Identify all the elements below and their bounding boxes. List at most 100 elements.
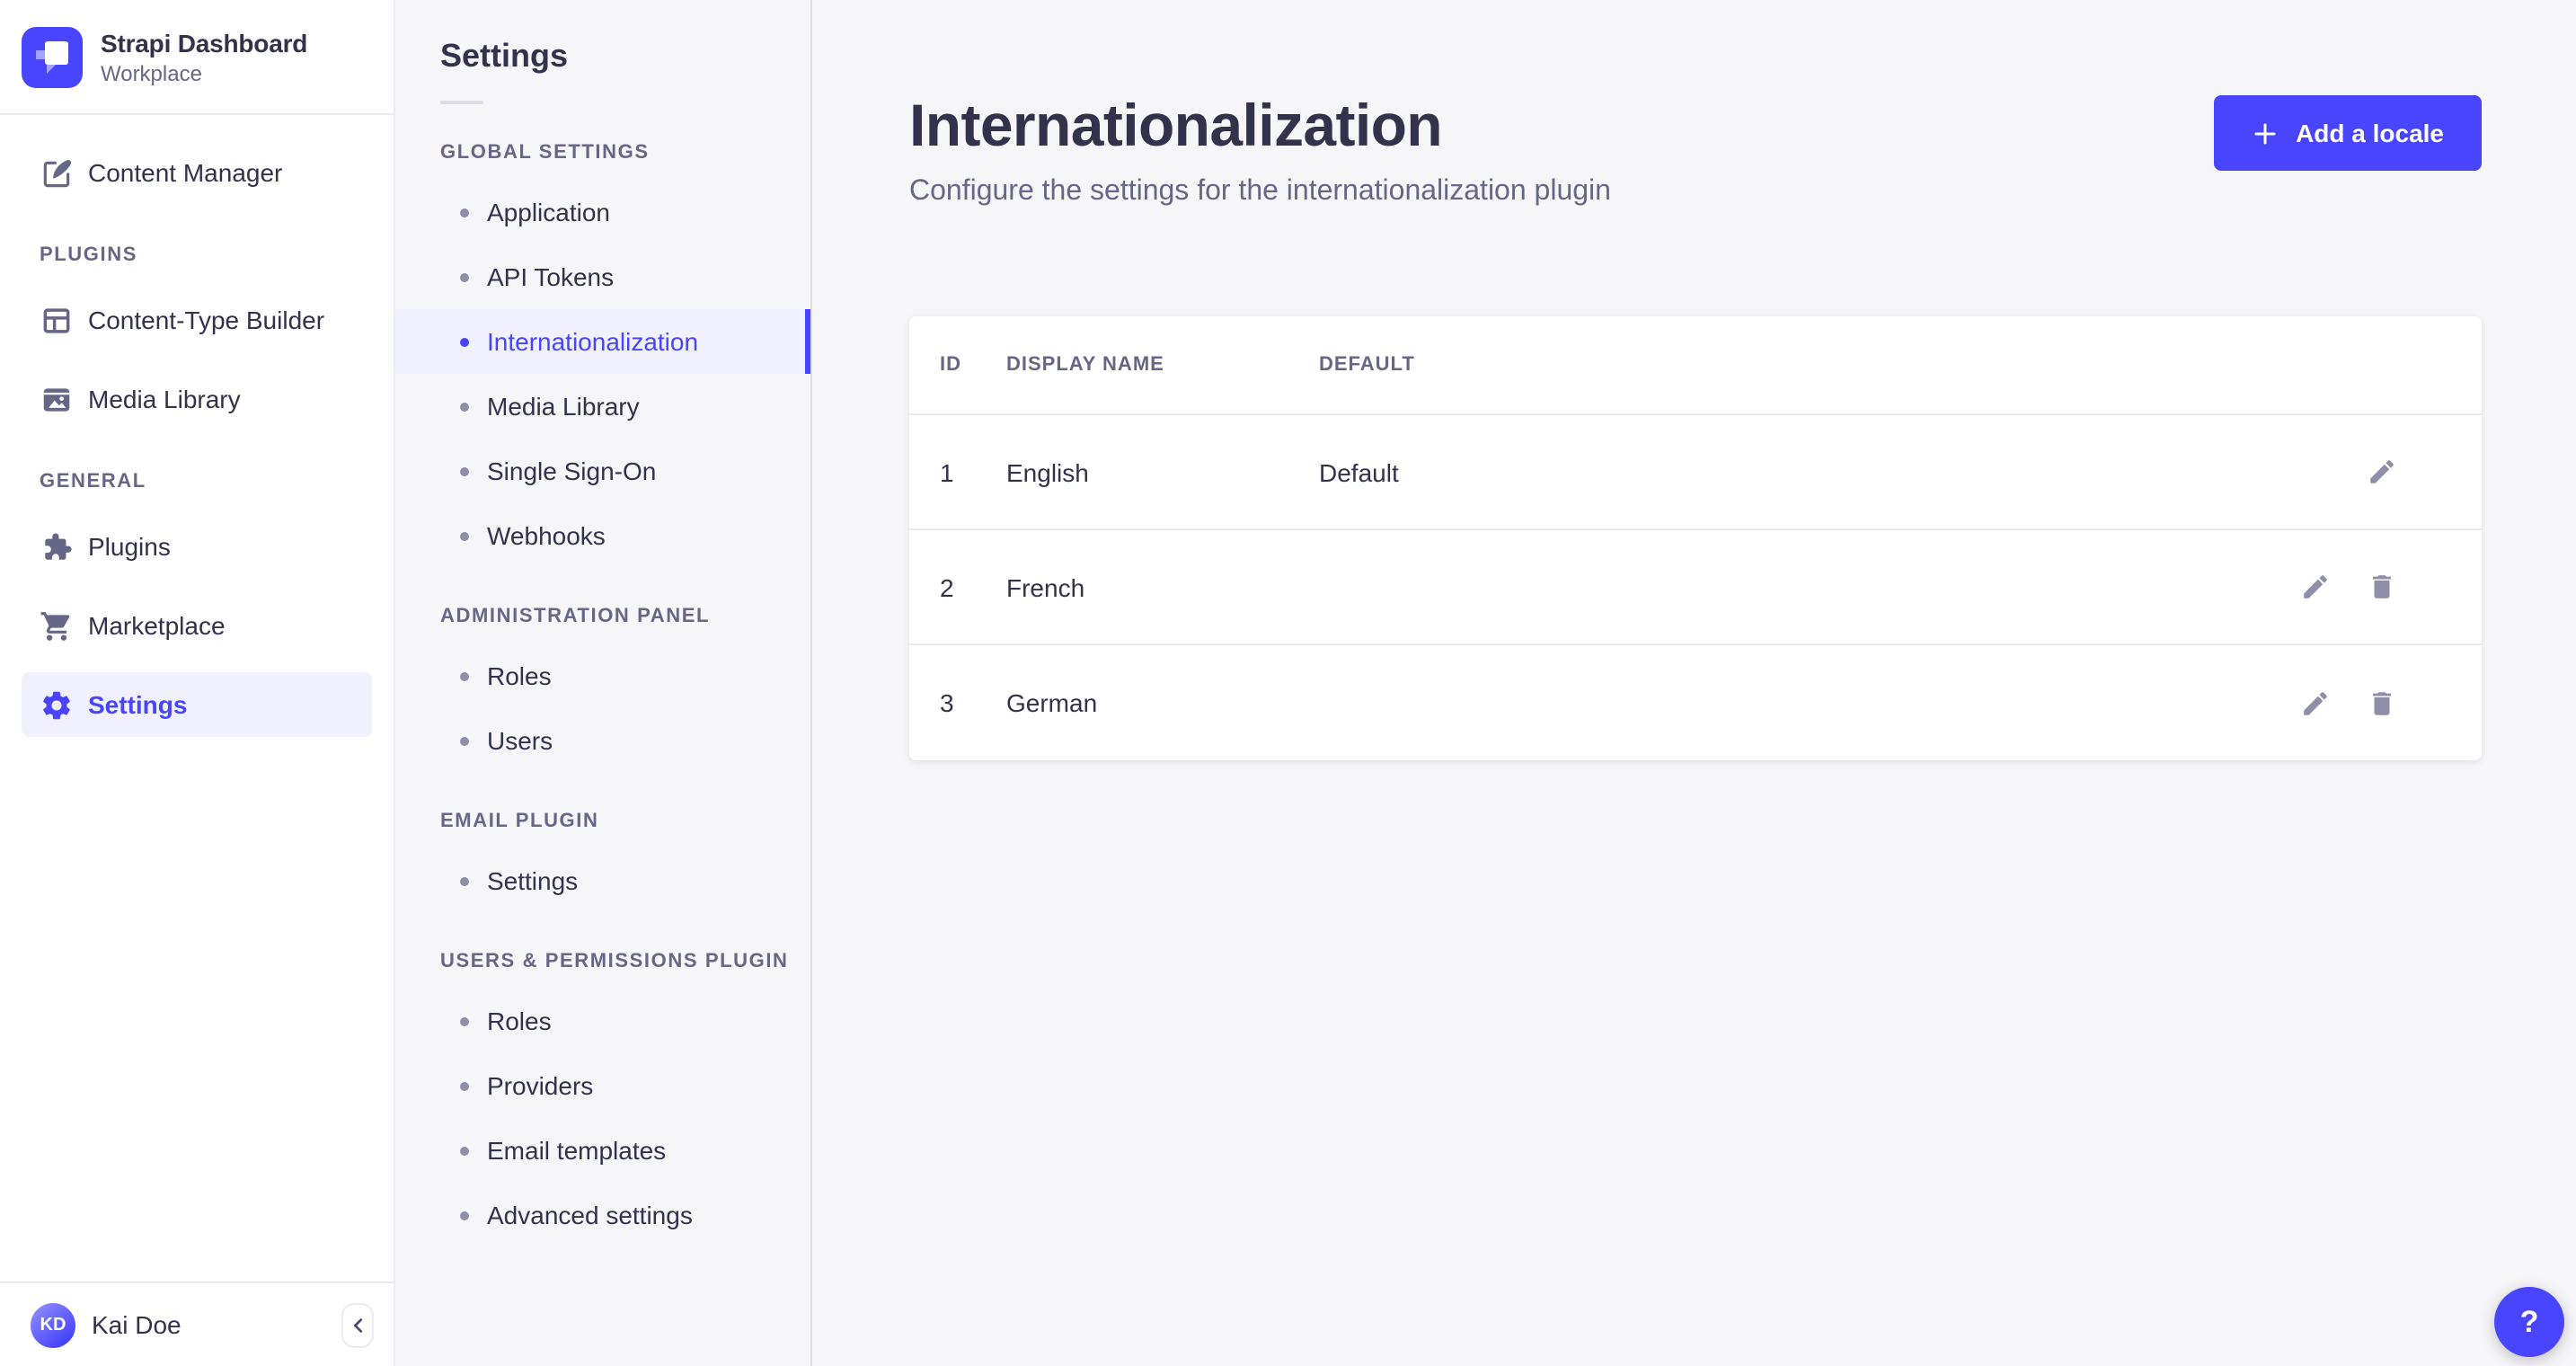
table-row[interactable]: 1 English Default [909, 415, 2482, 530]
workspace-name: Workplace [101, 60, 202, 85]
subnav-title: Settings [440, 38, 569, 74]
subnav-item-webhooks[interactable]: Webhooks [395, 503, 810, 568]
pen-icon [40, 155, 74, 190]
sidebar-item-label: Media Library [88, 385, 241, 413]
bullet-icon [460, 1016, 469, 1025]
subnav-item-media-library[interactable]: Media Library [395, 374, 810, 439]
table-row[interactable]: 3 German [909, 645, 2482, 760]
edit-locale-button[interactable] [2356, 447, 2406, 497]
bullet-icon [460, 402, 469, 411]
gear-icon [40, 687, 74, 722]
add-locale-label: Add a locale [2296, 119, 2444, 147]
trash-icon [2372, 691, 2390, 714]
image-icon [40, 382, 74, 416]
sidebar-item-content-manager[interactable]: Content Manager [22, 140, 372, 205]
subnav-item-label: Single Sign-On [487, 457, 657, 485]
pencil-icon [2303, 691, 2326, 714]
subnav-item-advanced-settings[interactable]: Advanced settings [395, 1183, 810, 1247]
subnav-item-api-tokens[interactable]: API Tokens [395, 244, 810, 309]
sidebar-nav: Content Manager PLUGINS Content-Type Bui… [0, 115, 394, 737]
subnav-item-label: Media Library [487, 392, 640, 421]
cell-display-name: German [1006, 688, 1098, 717]
column-header-id: ID [940, 354, 961, 376]
cell-display-name: French [1006, 572, 1085, 601]
subnav-item-label: Roles [487, 661, 552, 690]
sidebar-item-settings[interactable]: Settings [22, 672, 372, 737]
subnav-item-providers[interactable]: Providers [395, 1053, 810, 1118]
delete-locale-button[interactable] [2356, 562, 2406, 612]
sidebar-item-label: Plugins [88, 532, 171, 561]
add-locale-button[interactable]: Add a locale [2213, 95, 2482, 171]
strapi-logo-glyph [36, 40, 68, 73]
subnav-item-up-roles[interactable]: Roles [395, 989, 810, 1053]
cell-display-name: English [1006, 457, 1089, 486]
cell-default: Default [1319, 457, 1399, 486]
bullet-icon [460, 1211, 469, 1220]
bullet-icon [460, 208, 469, 217]
bullet-icon [460, 671, 469, 680]
subnav-item-single-sign-on[interactable]: Single Sign-On [395, 439, 810, 503]
main-content: Internationalization Configure the setti… [812, 0, 2576, 1366]
bullet-icon [460, 1081, 469, 1090]
table-row[interactable]: 2 French [909, 530, 2482, 645]
subnav-item-label: Email templates [487, 1136, 667, 1165]
strapi-dashboard: Strapi Dashboard Workplace Content Manag… [0, 0, 2576, 1366]
subnav-item-label: Settings [487, 866, 579, 895]
subnav-item-admin-roles[interactable]: Roles [395, 643, 810, 708]
help-button[interactable]: ? [2494, 1287, 2564, 1357]
subnav-item-label: Internationalization [487, 327, 699, 356]
bullet-icon [460, 1146, 469, 1155]
row-actions [2173, 678, 2406, 728]
cell-id: 1 [940, 457, 954, 486]
locales-table: ID DISPLAY NAME DEFAULT 1 English Defaul… [909, 316, 2482, 760]
pencil-icon [2369, 460, 2393, 483]
subnav-item-email-settings[interactable]: Settings [395, 848, 810, 913]
bullet-icon [460, 736, 469, 745]
subnav-section-global-settings: GLOBAL SETTINGS [440, 142, 650, 164]
sidebar-item-label: Settings [88, 690, 188, 719]
subnav-item-label: API Tokens [487, 262, 615, 291]
app-title: Strapi Dashboard [101, 28, 308, 57]
subnav-item-label: Webhooks [487, 521, 606, 550]
sidebar-section-plugins: PLUGINS [40, 244, 137, 266]
layout-icon [40, 303, 74, 337]
page-subtitle: Configure the settings for the internati… [909, 176, 1611, 207]
workspace-switcher[interactable]: Strapi Dashboard Workplace [0, 0, 394, 115]
cart-icon [40, 608, 74, 643]
bullet-icon [460, 531, 469, 540]
delete-locale-button[interactable] [2356, 678, 2406, 728]
sidebar-item-label: Marketplace [88, 611, 226, 640]
subnav-item-email-templates[interactable]: Email templates [395, 1118, 810, 1183]
cell-id: 2 [940, 572, 954, 601]
sidebar-item-media-library[interactable]: Media Library [22, 367, 372, 431]
user-name: Kai Doe [92, 1310, 181, 1339]
chevron-left-icon [352, 1317, 362, 1332]
sidebar-item-plugins[interactable]: Plugins [22, 514, 372, 579]
strapi-logo [22, 26, 83, 87]
subnav-item-label: Application [487, 198, 610, 226]
sidebar-item-marketplace[interactable]: Marketplace [22, 593, 372, 658]
subnav-item-admin-users[interactable]: Users [395, 708, 810, 773]
sidebar-item-content-type-builder[interactable]: Content-Type Builder [22, 288, 372, 352]
subnav-item-internationalization[interactable]: Internationalization [395, 309, 810, 374]
subnav-item-label: Providers [487, 1071, 594, 1100]
settings-subnav: Settings GLOBAL SETTINGS Application API… [395, 0, 812, 1366]
sidebar-item-label: Content Manager [88, 158, 283, 187]
sidebar-collapse-button[interactable] [341, 1302, 374, 1347]
table-header-row: ID DISPLAY NAME DEFAULT [909, 316, 2482, 415]
sidebar-section-general: GENERAL [40, 471, 146, 492]
row-actions [2173, 562, 2406, 612]
avatar[interactable]: KD [31, 1302, 75, 1347]
cell-id: 3 [940, 688, 954, 717]
subnav-item-label: Users [487, 726, 553, 755]
edit-locale-button[interactable] [2289, 678, 2340, 728]
column-header-display-name: DISPLAY NAME [1006, 354, 1164, 376]
page-header: Internationalization Configure the setti… [909, 93, 2482, 212]
bullet-icon [460, 466, 469, 475]
subnav-divider [440, 101, 483, 104]
bullet-icon [460, 337, 469, 346]
subnav-item-application[interactable]: Application [395, 180, 810, 244]
sidebar-footer: KD Kai Doe [0, 1282, 394, 1366]
subnav-item-label: Roles [487, 1007, 552, 1035]
edit-locale-button[interactable] [2289, 562, 2340, 612]
